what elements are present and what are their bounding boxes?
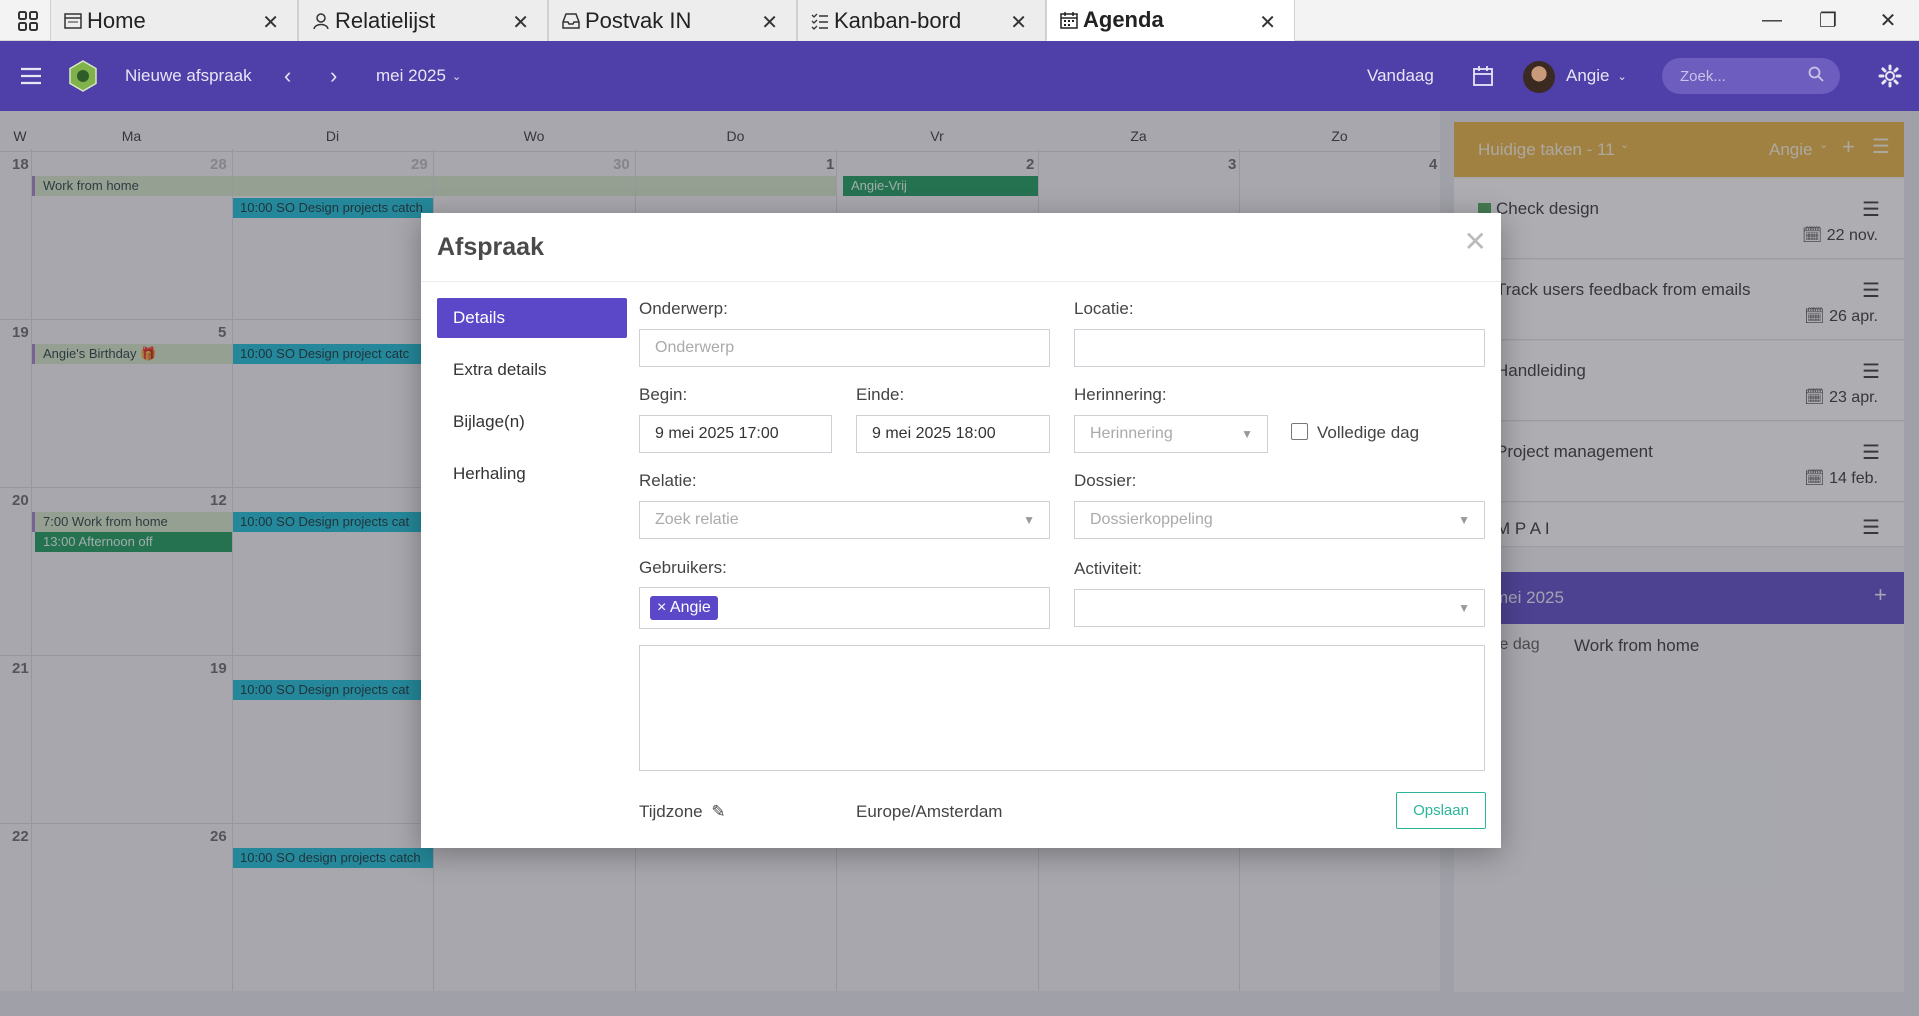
- restore-button[interactable]: ❐: [1808, 6, 1848, 34]
- pencil-icon[interactable]: ✎: [711, 802, 725, 821]
- nav-details[interactable]: Details: [437, 298, 627, 338]
- relation-select[interactable]: Zoek relatie ▼: [639, 501, 1050, 539]
- next-month-icon[interactable]: ›: [330, 41, 337, 111]
- tab-strip: Home ✕ Relatielijst ✕ Postvak IN ✕ Kanba…: [0, 0, 1919, 41]
- reminder-label: Herinnering:: [1074, 385, 1167, 404]
- begin-input[interactable]: 9 mei 2025 17:00: [639, 415, 832, 453]
- dossier-placeholder: Dossierkoppeling: [1090, 511, 1213, 528]
- month-label: mei 2025: [376, 66, 446, 85]
- dossier-label: Dossier:: [1074, 471, 1137, 490]
- gear-icon[interactable]: [1878, 41, 1902, 111]
- user-chip: × Angie: [650, 596, 718, 620]
- relation-label: Relatie:: [639, 471, 697, 490]
- close-icon[interactable]: ✕: [1259, 10, 1276, 35]
- close-icon[interactable]: ✕: [1464, 225, 1487, 258]
- checklist-icon: [810, 11, 830, 31]
- nav-attachments[interactable]: Bijlage(n): [437, 402, 627, 442]
- apps-grid-icon[interactable]: [12, 10, 44, 32]
- end-input[interactable]: 9 mei 2025 18:00: [856, 415, 1050, 453]
- nav-extra-details[interactable]: Extra details: [437, 350, 627, 390]
- new-appointment-button[interactable]: Nieuwe afspraak: [125, 41, 252, 111]
- prev-month-icon[interactable]: ‹: [284, 41, 291, 111]
- location-label: Locatie:: [1074, 299, 1134, 318]
- tab-kanban-bord[interactable]: Kanban-bord ✕: [797, 0, 1046, 41]
- hamburger-menu-icon[interactable]: [20, 41, 42, 111]
- avatar[interactable]: [1523, 61, 1555, 93]
- chevron-down-icon: ⌄: [451, 70, 462, 83]
- month-selector[interactable]: mei 2025 ⌄: [376, 41, 461, 111]
- caret-down-icon: ▼: [1023, 513, 1035, 527]
- timezone-label: Tijdzone ✎: [639, 802, 726, 822]
- description-textarea[interactable]: [639, 645, 1485, 771]
- full-day-label[interactable]: Volledige dag: [1317, 423, 1419, 443]
- activity-select[interactable]: ▼: [1074, 589, 1485, 627]
- timezone-value: Europe/Amsterdam: [856, 802, 1003, 821]
- today-button[interactable]: Vandaag: [1367, 41, 1434, 111]
- close-icon[interactable]: ✕: [262, 10, 279, 35]
- app-header: Nieuwe afspraak ‹ › mei 2025 ⌄ Vandaag A…: [0, 41, 1919, 111]
- location-input[interactable]: [1074, 329, 1485, 367]
- dialog-title: Afspraak: [437, 233, 544, 261]
- user-name: Angie: [1566, 66, 1610, 85]
- subject-input[interactable]: Onderwerp: [639, 329, 1050, 367]
- full-day-checkbox[interactable]: [1291, 423, 1308, 440]
- search-placeholder: Zoek...: [1680, 67, 1726, 85]
- tab-label: Home: [87, 7, 146, 33]
- subject-label: Onderwerp:: [639, 299, 728, 318]
- person-icon: [311, 11, 331, 31]
- tab-label: Relatielijst: [335, 7, 436, 33]
- caret-down-icon: ▼: [1241, 427, 1253, 441]
- calendar-icon: [1059, 10, 1079, 30]
- dossier-select[interactable]: Dossierkoppeling ▼: [1074, 501, 1485, 539]
- caret-down-icon: ▼: [1458, 513, 1470, 527]
- tab-home[interactable]: Home ✕: [50, 0, 298, 41]
- close-icon[interactable]: ✕: [512, 10, 529, 35]
- timezone-label-text: Tijdzone: [639, 802, 703, 821]
- divider: [421, 281, 1501, 282]
- activity-label: Activiteit:: [1074, 559, 1143, 578]
- inbox-icon: [561, 11, 581, 31]
- home-page-icon: [63, 11, 83, 31]
- nav-recurrence[interactable]: Herhaling: [437, 454, 627, 494]
- chip-remove-icon[interactable]: ×: [657, 599, 666, 616]
- search-icon: [1808, 66, 1824, 86]
- reminder-placeholder: Herinnering: [1090, 425, 1173, 442]
- app-logo-icon: [66, 41, 100, 111]
- search-input[interactable]: Zoek...: [1662, 58, 1840, 94]
- begin-label: Begin:: [639, 385, 688, 404]
- end-label: Einde:: [856, 385, 905, 404]
- tab-postvak-in[interactable]: Postvak IN ✕: [548, 0, 797, 41]
- user-menu[interactable]: Angie ⌄: [1566, 41, 1627, 111]
- reminder-select[interactable]: Herinnering ▼: [1074, 415, 1268, 453]
- chip-label: Angie: [669, 599, 711, 616]
- chevron-down-icon: ⌄: [1617, 70, 1627, 83]
- tab-agenda[interactable]: Agenda ✕: [1046, 0, 1295, 41]
- calendar-picker-icon[interactable]: [1472, 41, 1494, 111]
- caret-down-icon: ▼: [1458, 601, 1470, 615]
- tab-relatielijst[interactable]: Relatielijst ✕: [298, 0, 548, 41]
- tab-label: Postvak IN: [585, 7, 692, 33]
- window-close-button[interactable]: ✕: [1868, 6, 1908, 34]
- save-button[interactable]: Opslaan: [1396, 792, 1486, 829]
- close-icon[interactable]: ✕: [1010, 10, 1027, 35]
- users-label: Gebruikers:: [639, 558, 727, 577]
- tab-label: Kanban-bord: [834, 7, 962, 33]
- minimize-button[interactable]: —: [1752, 6, 1792, 34]
- appointment-dialog: Afspraak ✕ Details Extra details Bijlage…: [421, 213, 1501, 848]
- relation-placeholder: Zoek relatie: [655, 511, 739, 528]
- users-input[interactable]: × Angie: [639, 587, 1050, 629]
- close-icon[interactable]: ✕: [761, 10, 778, 35]
- tab-label: Agenda: [1083, 7, 1164, 32]
